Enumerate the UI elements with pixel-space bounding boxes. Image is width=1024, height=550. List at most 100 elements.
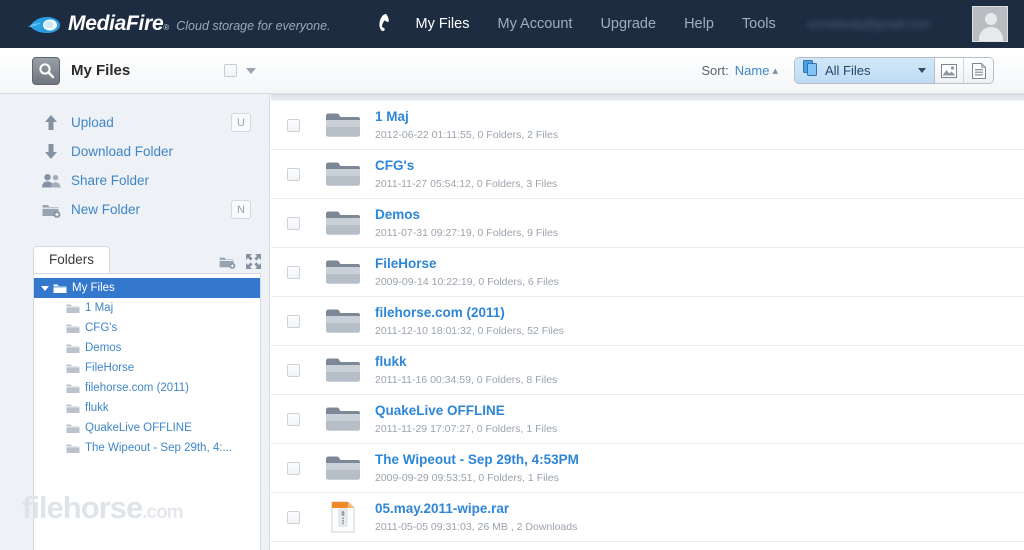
table-row[interactable]: filehorse.com (2011) 2011-12-10 18:01:32… [271,297,1024,346]
table-row[interactable]: FileHorse 2009-09-14 10:22:19, 0 Folders… [271,248,1024,297]
grid-view-button[interactable] [935,58,964,83]
tree-node-quakelive-offline[interactable]: QuakeLive OFFLINE [34,418,260,438]
horizontal-scrollbar[interactable] [271,94,1024,101]
registered-mark: ® [163,23,170,32]
tree-node-filehorse[interactable]: FileHorse [34,358,260,378]
sort-direction-icon[interactable]: ▴ [772,64,778,77]
folder-icon [323,355,363,385]
row-checkbox[interactable] [287,118,300,132]
folder-icon [66,383,80,394]
table-row[interactable]: QuakeLive OFFLINE 2011-11-29 17:07:27, 0… [271,395,1024,444]
avatar-body [979,27,1003,41]
nav-item-my-account[interactable]: My Account [497,16,572,32]
avatar[interactable] [972,6,1008,42]
mediafire-logo[interactable]: MediaFire ® Cloud storage for everyone. [28,12,331,36]
sidebar-item-share-folder[interactable]: Share Folder [40,166,251,195]
row-checkbox[interactable] [287,412,300,426]
table-row[interactable]: 1 Maj 2012-06-22 01:11:55, 0 Folders, 2 … [271,101,1024,150]
sidebar-actions: Upload U Download Folder Share Folder Ne… [0,94,269,224]
table-row[interactable]: 05.may.2011-wipe.rar 2011-05-05 09:31:03… [271,493,1024,542]
row-checkbox[interactable] [287,314,300,328]
archive-file-icon [323,500,363,534]
table-row[interactable]: CFG's 2011-11-27 05:54:12, 0 Folders, 3 … [271,150,1024,199]
folder-icon [323,404,363,434]
row-text: QuakeLive OFFLINE 2011-11-29 17:07:27, 0… [375,402,557,436]
file-name[interactable]: Demos [375,206,558,223]
file-name[interactable]: flukk [375,353,557,370]
folder-icon [66,343,80,354]
mediafire-app: MediaFire ® Cloud storage for everyone. … [0,0,1024,550]
expand-icon[interactable] [246,254,261,269]
table-row[interactable]: flukk 2011-11-16 00:34:59, 0 Folders, 8 … [271,346,1024,395]
row-checkbox[interactable] [287,265,300,279]
file-meta: 2011-12-10 18:01:32, 0 Folders, 52 Files [375,325,564,337]
new-folder-icon[interactable] [219,255,236,269]
row-checkbox[interactable] [287,461,300,475]
chevron-down-icon[interactable] [41,285,49,291]
file-meta: 2009-09-14 10:22:19, 0 Folders, 6 Files [375,276,559,288]
tree-node-cfgs[interactable]: CFG's [34,318,260,338]
sidebar-item-new-folder[interactable]: New Folder N [40,195,251,224]
search-icon[interactable] [32,56,60,85]
row-text: FileHorse 2009-09-14 10:22:19, 0 Folders… [375,255,559,289]
file-name[interactable]: CFG's [375,157,557,174]
tree-node-label: CFG's [85,322,118,334]
file-filter-value: All Files [825,63,871,78]
folder-tree: My Files 1 Maj CFG's Demos FileHorse fil… [34,274,260,458]
file-name[interactable]: filehorse.com (2011) [375,304,564,321]
nav-item-upgrade[interactable]: Upgrade [600,16,656,32]
select-all-checkbox[interactable] [224,64,238,77]
logo-tagline: Cloud storage for everyone. [176,19,331,33]
row-text: 1 Maj 2012-06-22 01:11:55, 0 Folders, 2 … [375,108,558,142]
tree-node-label: FileHorse [85,362,135,374]
primary-nav: My Files My Account Upgrade Help Tools s… [416,16,930,32]
file-name[interactable]: FileHorse [375,255,559,272]
chevron-down-icon[interactable] [246,67,257,74]
file-name[interactable]: 05.may.2011-wipe.rar [375,500,577,517]
row-checkbox[interactable] [287,363,300,377]
shortcut-key-n: N [231,200,251,219]
row-checkbox[interactable] [287,510,300,524]
tree-node-label: Demos [85,342,122,354]
nav-item-tools[interactable]: Tools [742,16,776,32]
sort-value[interactable]: Name [735,63,770,78]
folder-icon [66,403,80,414]
file-name[interactable]: 1 Maj [375,108,558,125]
sidebar-item-label: Download Folder [71,144,174,159]
sidebar-item-label: Upload [71,115,114,130]
flame-logo-icon [28,13,62,35]
user-email-label: somebody@gmail.com [807,17,930,31]
nav-item-help[interactable]: Help [684,16,714,32]
file-name[interactable]: QuakeLive OFFLINE [375,402,557,419]
sidebar-item-label: New Folder [71,202,141,217]
nav-item-my-files[interactable]: My Files [416,16,470,32]
file-meta: 2011-11-16 00:34:59, 0 Folders, 8 Files [375,374,558,386]
file-rows: 1 Maj 2012-06-22 01:11:55, 0 Folders, 2 … [271,101,1024,542]
tree-node-label: QuakeLive OFFLINE [85,422,192,434]
file-name[interactable]: The Wipeout - Sep 29th, 4:53PM [375,451,579,468]
file-filter-dropdown[interactable]: All Files [795,58,935,83]
tab-folders[interactable]: Folders [33,246,111,273]
sidebar-item-upload[interactable]: Upload U [40,108,251,137]
tree-node-1-maj[interactable]: 1 Maj [34,298,260,318]
sub-toolbar: My Files Sort: Name ▴ All Files [0,48,1024,94]
row-text: The Wipeout - Sep 29th, 4:53PM 2009-09-2… [375,451,579,485]
list-view-button[interactable] [964,58,993,83]
users-icon [40,173,62,188]
logo-wordmark: MediaFire [68,12,164,35]
filehorse-watermark: filehorse .com [22,490,257,532]
row-checkbox[interactable] [287,216,300,230]
tree-node-the-wipeout[interactable]: The Wipeout - Sep 29th, 4:... [34,438,260,458]
tree-node-filehorse-com-2011[interactable]: filehorse.com (2011) [34,378,260,398]
row-checkbox[interactable] [287,167,300,181]
file-meta: 2011-11-27 05:54:12, 0 Folders, 3 Files [375,178,558,190]
view-controls-group: All Files [794,57,994,84]
tree-node-demos[interactable]: Demos [34,338,260,358]
folder-icon [53,283,67,294]
sidebar-item-download-folder[interactable]: Download Folder [40,137,251,166]
tree-node-flukk[interactable]: flukk [34,398,260,418]
tree-node-my-files[interactable]: My Files [34,278,260,298]
table-row[interactable]: The Wipeout - Sep 29th, 4:53PM 2009-09-2… [271,444,1024,493]
table-row[interactable]: Demos 2011-07-31 09:27:19, 0 Folders, 9 … [271,199,1024,248]
phone-icon[interactable] [373,12,390,36]
